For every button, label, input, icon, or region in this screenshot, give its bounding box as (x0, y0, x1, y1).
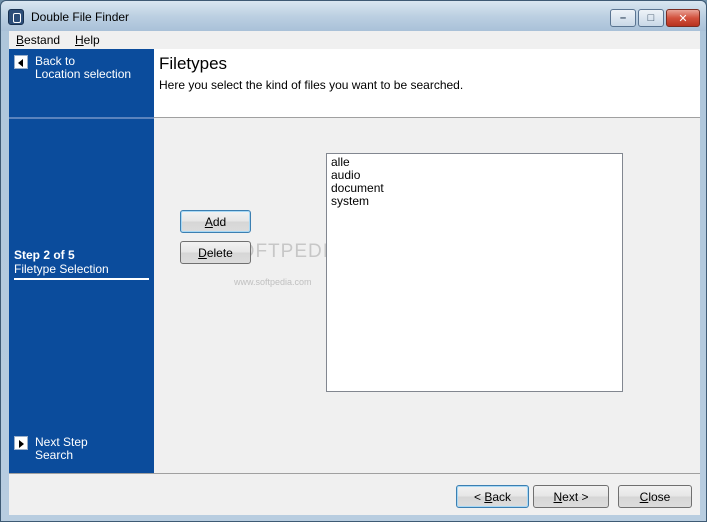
app-icon[interactable] (8, 9, 24, 25)
menu-bestand-accel: B (16, 33, 25, 47)
back-link[interactable]: Back to Location selection (35, 55, 131, 81)
back-link-line2: Location selection (35, 67, 132, 81)
back-button[interactable]: < Back (456, 485, 529, 508)
next-button-label: ext > (562, 489, 589, 504)
list-item[interactable]: system (331, 195, 618, 208)
close-window-button[interactable]: ✕ (666, 9, 700, 27)
close-button[interactable]: Close (618, 485, 692, 508)
filetype-list[interactable]: alle audio document system (326, 153, 623, 392)
menu-bestand-label: estand (24, 33, 61, 47)
menu-help[interactable]: Help (75, 33, 100, 47)
add-button-accel: A (204, 214, 213, 229)
list-item[interactable]: alle (331, 156, 618, 169)
menu-bar: Bestand Help (9, 31, 700, 49)
minimize-button[interactable]: – (610, 9, 636, 27)
add-button-label: dd (212, 214, 227, 229)
add-button[interactable]: Add (180, 210, 251, 233)
delete-button-label: elete (206, 245, 233, 260)
back-button-label: ack (492, 489, 512, 504)
page-title: Filetypes (159, 54, 228, 73)
menu-help-label: elp (83, 33, 100, 47)
main-panel: SOFTPEDIA www.softpedia.com Add Delete a… (154, 118, 700, 473)
watermark-url: www.softpedia.com (234, 277, 312, 287)
close-button-accel: C (639, 489, 649, 504)
app-window: Double File Finder – □ ✕ Bestand Help Ba… (0, 0, 707, 522)
back-button-prefix: < (473, 489, 485, 504)
next-button[interactable]: Next > (533, 485, 609, 508)
menu-help-accel: H (75, 33, 84, 47)
page-header: Filetypes Here you select the kind of fi… (154, 49, 700, 118)
wizard-sidebar: Back to Location selection Step 2 of 5 F… (9, 49, 154, 473)
step-subtitle: Filetype Selection (14, 262, 109, 276)
next-step-link[interactable]: Next Step Search (35, 436, 88, 462)
list-item[interactable]: document (331, 182, 618, 195)
back-arrow-icon[interactable] (14, 55, 28, 69)
delete-button[interactable]: Delete (180, 241, 251, 264)
close-icon: ✕ (678, 12, 688, 25)
title-bar[interactable]: Double File Finder – □ ✕ (1, 1, 706, 31)
next-button-accel: N (553, 489, 563, 504)
window-title: Double File Finder (31, 10, 130, 24)
sidebar-divider (9, 117, 154, 119)
back-button-accel: B (484, 489, 493, 504)
page-description: Here you select the kind of files you wa… (159, 78, 464, 92)
wizard-footer: < Back Next > Close (9, 473, 700, 515)
close-button-label: lose (648, 489, 671, 504)
step-underline (14, 278, 149, 280)
minimize-icon: – (619, 12, 627, 24)
maximize-icon: □ (647, 12, 655, 24)
menu-bestand[interactable]: Bestand (16, 33, 60, 47)
client-area: Back to Location selection Step 2 of 5 F… (9, 49, 700, 515)
next-link-line2: Search (35, 448, 74, 462)
next-arrow-icon[interactable] (14, 436, 28, 450)
delete-button-accel: D (198, 245, 207, 260)
maximize-button[interactable]: □ (638, 9, 664, 27)
step-title: Step 2 of 5 (14, 248, 75, 262)
